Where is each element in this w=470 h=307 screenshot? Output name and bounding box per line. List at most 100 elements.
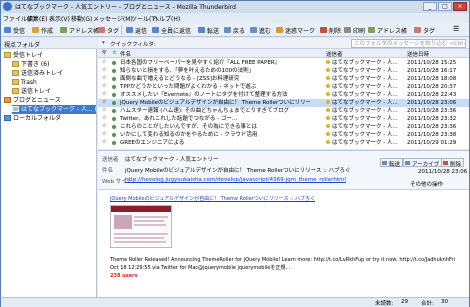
message-header-pane: 送信者 はてなブックマーク - 人気エントリー 転送 アーカイブ 削除 件名 j… <box>98 150 469 190</box>
bookmark-users-count[interactable]: 238 users <box>110 273 138 279</box>
print-button[interactable]: 印刷 <box>343 25 367 35</box>
quick-filter-label[interactable]: クイックフィルタ: <box>110 40 156 48</box>
junk-icon <box>276 27 283 33</box>
menu-message[interactable]: メッセージ(M) <box>93 14 133 23</box>
message-row[interactable]: ☆ オススメしたい『Evernote』のノートにタグを付けて整理する方法 はてなブッ… <box>98 91 469 99</box>
thread-column-icon[interactable]: ⚲ <box>102 50 106 56</box>
body-title-link[interactable]: jQuery Mobileのビジュアルデザインが自由に！ Theme Rolle… <box>110 195 450 202</box>
star-icon[interactable]: ☆ <box>102 60 107 65</box>
star-icon[interactable]: ☆ <box>102 68 107 73</box>
other-actions-menu[interactable]: その他の操作 <box>410 180 443 188</box>
website-link[interactable]: http://hevolog.jugyoukaisha.com/develop/… <box>125 177 425 183</box>
quick-filter-search-input[interactable]: このフォルダのメッセージを絞り込む <Ctrl+Shift+K> <box>351 39 466 48</box>
message-row[interactable]: ☆ jQuery Mobileのビジュアルデザインが自由に！ Theme Roll… <box>98 99 469 107</box>
close-button[interactable]: × <box>453 2 467 11</box>
main-toolbar: 受信 作成 アドレス帳 タグ 返信 全員に返信 転送 戻る 進む 迷惑マーク 削… <box>1 23 469 37</box>
read-status-icon[interactable] <box>112 61 116 65</box>
column-date[interactable]: 送信日時 <box>407 50 429 58</box>
read-status-icon[interactable] <box>112 109 116 113</box>
read-status-icon[interactable] <box>112 69 116 73</box>
folder-hatena-bookmark[interactable]: はてなブックマーク - 人... (29) <box>12 105 107 114</box>
get-mail-icon <box>4 27 11 33</box>
page-thumbnail[interactable] <box>110 205 172 248</box>
thumbnail-line <box>134 220 164 222</box>
tag-button[interactable]: タグ <box>97 25 121 35</box>
folder-local[interactable]: ローカルフォルダ <box>4 114 96 123</box>
star-icon[interactable]: ☆ <box>102 84 107 89</box>
message-row[interactable]: ☆ TPPかどうかといった問題がよくわかる - ネットで遊ぶ はてなブックマーク -… <box>98 83 469 91</box>
column-subject[interactable]: 件名 <box>120 50 131 58</box>
star-column-icon[interactable]: ☆ <box>112 50 117 56</box>
tag-button-2[interactable]: タグ <box>413 25 437 35</box>
forward-button[interactable]: 転送 <box>197 25 221 35</box>
address-book-button-2[interactable]: アドレス帳 <box>367 25 409 35</box>
read-status-icon[interactable] <box>112 101 116 105</box>
from-value[interactable]: はてなブックマーク - 人気エントリー <box>125 155 218 163</box>
thumbnail-line <box>134 216 168 218</box>
read-status-icon[interactable] <box>112 93 116 97</box>
message-date: 2011/10/28 23:36 <box>407 108 457 114</box>
message-list-header: ⚲ ☆ 件名 送信者 送信日時 <box>98 49 469 58</box>
folder-sent[interactable]: 送信済みトレイ <box>12 69 96 78</box>
read-status-icon[interactable] <box>112 125 116 129</box>
archive-header-button[interactable]: アーカイブ <box>403 158 443 168</box>
folder-blogs-news[interactable]: ブログとニュース <box>4 96 96 105</box>
message-row[interactable]: ☆ 面倒な曲で増えるとどうなる - [ZSS]お料理研究 はてなブックマーク - 人… <box>98 75 469 83</box>
thumbnail-line <box>114 241 166 243</box>
message-row[interactable]: ☆ Twitter、あれこれした話題でつながる - ゴー... はてなブックマーク … <box>98 115 469 123</box>
menu-edit[interactable]: 編集(E) <box>27 14 47 23</box>
write-button[interactable]: 作成 <box>31 25 55 35</box>
message-row[interactable]: ☆ 日本各国のフリーペーパーを見やすく紹介『ALL FREE PAPER』 はてなブ… <box>98 59 469 67</box>
star-icon[interactable]: ☆ <box>102 132 107 137</box>
read-status-icon[interactable] <box>112 85 116 89</box>
app-menu-icon[interactable]: ☰ <box>453 25 459 33</box>
subject-label: 件名 <box>102 168 114 174</box>
star-icon[interactable]: ☆ <box>102 124 107 129</box>
message-row[interactable]: ☆ GREEのエンジニアによる はてなブックマーク - 人... 2011/10/29… <box>98 139 469 147</box>
folder-outbox[interactable]: 送信トレイ <box>12 87 96 96</box>
minimize-button[interactable]: _ <box>423 2 437 11</box>
message-row[interactable]: ☆ ハムスター速報 (ハム速): その曲どちゃんちょまでとりすぎてブログ はてなブッ… <box>98 107 469 115</box>
menu-view[interactable]: 表示(V) <box>49 14 70 23</box>
delete-header-button[interactable]: 削除 <box>441 158 465 168</box>
star-icon[interactable]: ☆ <box>102 108 107 113</box>
star-icon[interactable]: ☆ <box>102 116 107 121</box>
message-subject: いかにして変わる知るのかをやるために - クラウド活用 <box>120 132 258 138</box>
message-sender: はてなブックマーク - 人... <box>326 115 402 123</box>
menu-go[interactable]: 移動(G) <box>71 14 92 23</box>
folder-trash[interactable]: Trash <box>12 78 96 87</box>
folder-inbox[interactable]: 受信トレイ <box>4 51 96 60</box>
read-status-icon[interactable] <box>112 133 116 137</box>
star-icon[interactable]: ☆ <box>102 76 107 81</box>
folder-drafts[interactable]: 下書き (6) <box>12 60 96 69</box>
unread-count: 29 <box>401 299 408 305</box>
reply-all-button[interactable]: 全員に返信 <box>151 25 193 35</box>
message-row[interactable]: ☆ いかにして変わる知るのかをやるために - クラウド活用 はてなブックマーク - … <box>98 131 469 139</box>
reply-button[interactable]: 返信 <box>125 25 149 35</box>
menu-help[interactable]: ヘルプ(H) <box>153 14 180 23</box>
next-button[interactable]: 進む <box>249 25 273 35</box>
subject-value: jQuery Mobileのビジュアルデザインが自由に！ Theme Rolle… <box>125 168 351 174</box>
address-book-button[interactable]: アドレス帳 <box>59 25 101 35</box>
get-mail-button[interactable]: 受信 <box>3 25 27 35</box>
read-status-icon[interactable] <box>112 117 116 121</box>
forward-header-button[interactable]: 転送 <box>380 158 404 168</box>
delete-button[interactable]: 削除 <box>319 25 343 35</box>
back-button[interactable]: 戻る <box>223 25 247 35</box>
star-icon[interactable]: ☆ <box>102 140 107 145</box>
message-row[interactable]: ☆ これらのことがしたいんですが、その為にできる事とは はてなブックマーク - 人.… <box>98 123 469 131</box>
message-row[interactable]: ☆ 知らないと損をする、「夢を叶えるための100の法則」 はてなブックマーク - 人… <box>98 67 469 75</box>
junk-button[interactable]: 迷惑マーク <box>275 25 317 35</box>
maximize-button[interactable]: □ <box>438 2 452 11</box>
unread-label: 未読数: <box>375 301 394 307</box>
message-date: 2011/10/28 20:37 <box>407 84 457 90</box>
read-status-icon[interactable] <box>112 77 116 81</box>
website-url[interactable]: http://hevolog.jugyoukaisha.com/develop/… <box>125 177 346 183</box>
message-body: jQuery Mobileのビジュアルデザインが自由に！ Theme Rolle… <box>98 190 469 297</box>
feed-folder-icon <box>12 106 19 112</box>
star-icon[interactable]: ☆ <box>102 92 107 97</box>
read-status-icon[interactable] <box>112 141 116 145</box>
column-from[interactable]: 送信者 <box>326 50 343 58</box>
quick-filter-toggle-icon[interactable]: ▾ <box>102 40 105 46</box>
star-icon[interactable]: ☆ <box>102 100 107 105</box>
